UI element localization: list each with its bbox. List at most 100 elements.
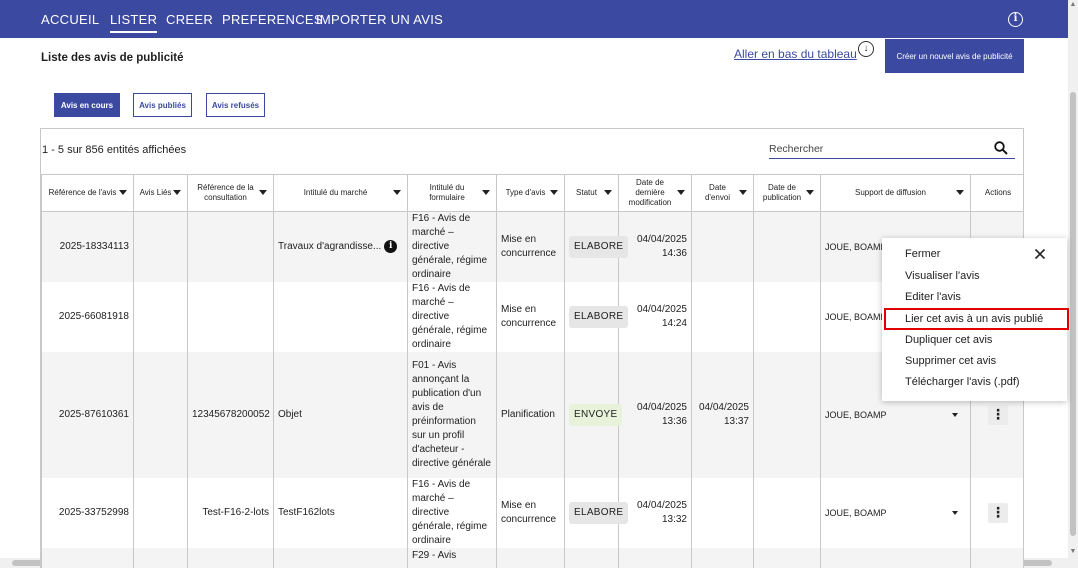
col-header-type-avis[interactable]: Type d'avis xyxy=(496,174,565,212)
col-header-date-publication[interactable]: Date de publication xyxy=(753,174,821,212)
nav-creer[interactable]: CREER xyxy=(166,12,213,27)
table-row[interactable]: 2025-18334113 Travaux d'agrandisse... i F… xyxy=(41,211,1023,282)
cell-support-diffusion[interactable]: JOUE, BOAMP xyxy=(820,478,971,548)
cell-intitule-formulaire: F01 - Avis annonçant la publication d'un… xyxy=(407,352,497,478)
avis-table: Référence de l'avis Avis Liés Référence … xyxy=(41,174,1023,568)
sort-caret-icon[interactable] xyxy=(604,190,612,195)
cell-type-avis: Mise en concurrence xyxy=(496,211,565,282)
cell-type-avis: Mise en concurrence xyxy=(496,478,565,548)
cell-date-modification: 04/04/2025 13:36 xyxy=(618,352,692,478)
entity-count: 1 - 5 sur 856 entités affichées xyxy=(42,144,187,156)
table-row[interactable]: 2025-87610361 12345678200052 Objet F01 -… xyxy=(41,352,1023,478)
col-header-intitule-marche[interactable]: Intitulé du marché xyxy=(273,174,408,212)
page-title: Liste des avis de publicité xyxy=(41,52,184,64)
nav-accueil[interactable]: ACCUEIL xyxy=(41,12,99,27)
cell-date-modification: 04/04/2025 13:32 xyxy=(618,478,692,548)
cell-intitule-formulaire: F16 - Avis de marché – directive général… xyxy=(407,282,497,352)
col-header-date-modification[interactable]: Date de dernière modification xyxy=(618,174,692,212)
cell-type-avis: Mise en concurrence xyxy=(496,282,565,352)
cell-reference xyxy=(41,548,134,568)
vertical-scrollbar-thumb[interactable] xyxy=(1070,92,1076,536)
cell-actions: ⋮ xyxy=(970,478,1023,548)
menu-item-telecharger[interactable]: Télécharger l'avis (.pdf) xyxy=(905,376,1020,388)
cell-intitule-marche xyxy=(273,282,408,352)
cell-statut: ENVOYE xyxy=(564,352,623,478)
cell-type-avis xyxy=(496,548,565,568)
sort-caret-icon[interactable] xyxy=(550,190,558,195)
status-badge: ENVOYE xyxy=(569,404,623,426)
more-actions-button[interactable]: ⋮ xyxy=(988,503,1008,523)
status-badge: ELABORE xyxy=(569,502,629,524)
table-row[interactable]: F29 - Avis xyxy=(41,548,1023,568)
cell-intitule-formulaire: F16 - Avis de marché – directive général… xyxy=(407,211,497,282)
sort-caret-icon[interactable] xyxy=(482,190,490,195)
cell-actions xyxy=(970,548,1023,568)
col-header-avis-lies[interactable]: Avis Liés xyxy=(133,174,188,212)
more-actions-button[interactable]: ⋮ xyxy=(988,405,1008,425)
col-header-statut[interactable]: Statut xyxy=(564,174,619,212)
filter-avis-refuses[interactable]: Avis refusés xyxy=(206,93,265,117)
sort-caret-icon[interactable] xyxy=(956,190,964,195)
cell-reference: 2025-87610361 xyxy=(41,352,134,478)
cell-reference: 2025-66081918 xyxy=(41,282,134,352)
cell-date-envoi xyxy=(691,211,754,282)
close-icon[interactable] xyxy=(1034,248,1046,260)
cell-consultation xyxy=(187,211,274,282)
highlight-box xyxy=(884,308,1069,330)
cell-intitule-marche: Objet xyxy=(273,352,408,478)
dropdown-caret-icon[interactable] xyxy=(952,511,958,515)
sort-caret-icon[interactable] xyxy=(677,190,685,195)
filter-avis-publies[interactable]: Avis publiés xyxy=(133,93,192,117)
cell-date-publication xyxy=(753,282,821,352)
sort-caret-icon[interactable] xyxy=(119,190,127,195)
sort-caret-icon[interactable] xyxy=(173,190,181,195)
cell-avis-lies xyxy=(133,478,188,548)
cell-intitule-formulaire: F16 - Avis de marché – directive général… xyxy=(407,478,497,548)
menu-item-dupliquer[interactable]: Dupliquer cet avis xyxy=(905,334,992,346)
cell-statut: ELABORE xyxy=(564,478,629,548)
cell-statut: ELABORE xyxy=(564,211,629,282)
scroll-up-arrow-icon[interactable]: ▲ xyxy=(1069,1,1077,8)
arrow-down-circle-icon[interactable]: ↓ xyxy=(858,41,874,57)
table-row[interactable]: 2025-33752998 Test-F16-2-lots TestF162lo… xyxy=(41,478,1023,548)
info-icon[interactable]: i xyxy=(1008,12,1023,27)
cell-intitule-marche: Travaux d'agrandisse... i xyxy=(273,211,408,282)
cell-avis-lies xyxy=(133,548,188,568)
cell-avis-lies xyxy=(133,352,188,478)
goto-bottom-link[interactable]: Aller en bas du tableau xyxy=(734,47,857,61)
cell-date-envoi: 04/04/2025 13:37 xyxy=(691,352,754,478)
dropdown-caret-icon[interactable] xyxy=(952,413,958,417)
col-header-consultation[interactable]: Référence de la consultation xyxy=(187,174,274,212)
menu-item-visualiser[interactable]: Visualiser l'avis xyxy=(905,270,980,282)
menu-item-editer[interactable]: Editer l'avis xyxy=(905,291,961,303)
sort-caret-icon[interactable] xyxy=(393,190,401,195)
col-header-reference[interactable]: Référence de l'avis xyxy=(41,174,134,212)
sort-caret-icon[interactable] xyxy=(806,190,814,195)
cell-intitule-formulaire: F29 - Avis xyxy=(407,548,497,568)
cell-type-avis: Planification xyxy=(496,352,565,478)
search-icon[interactable] xyxy=(994,141,1008,155)
cell-consultation: Test-F16-2-lots xyxy=(187,478,274,548)
cell-date-publication xyxy=(753,211,821,282)
sort-caret-icon[interactable] xyxy=(739,190,747,195)
menu-item-fermer[interactable]: Fermer xyxy=(905,248,940,260)
info-icon[interactable]: i xyxy=(384,239,398,253)
menu-item-supprimer[interactable]: Supprimer cet avis xyxy=(905,355,996,367)
search-input[interactable] xyxy=(769,140,1015,159)
table-row[interactable]: 2025-66081918 F16 - Avis de marché – dir… xyxy=(41,282,1023,352)
col-header-date-envoi[interactable]: Date d'envoi xyxy=(691,174,754,212)
cell-reference: 2025-33752998 xyxy=(41,478,134,548)
cell-consultation xyxy=(187,548,274,568)
avis-table-container: 1 - 5 sur 856 entités affichées Référenc… xyxy=(40,128,1024,568)
nav-importer-un-avis[interactable]: IMPORTER UN AVIS xyxy=(316,12,443,27)
nav-preferences[interactable]: PREFERENCES xyxy=(222,12,323,27)
filter-avis-en-cours[interactable]: Avis en cours xyxy=(54,93,120,117)
scroll-down-arrow-icon[interactable]: ▼ xyxy=(1069,548,1077,555)
col-header-intitule-formulaire[interactable]: Intitulé du formulaire xyxy=(407,174,497,212)
cell-support-diffusion xyxy=(820,548,971,568)
create-avis-button[interactable]: Créer un nouvel avis de publicité xyxy=(885,39,1024,73)
col-header-support-diffusion[interactable]: Support de diffusion xyxy=(820,174,971,212)
top-nav: ACCUEIL LISTER CREER PREFERENCES IMPORTE… xyxy=(0,0,1068,38)
sort-caret-icon[interactable] xyxy=(259,190,267,195)
nav-lister[interactable]: LISTER xyxy=(110,12,158,33)
